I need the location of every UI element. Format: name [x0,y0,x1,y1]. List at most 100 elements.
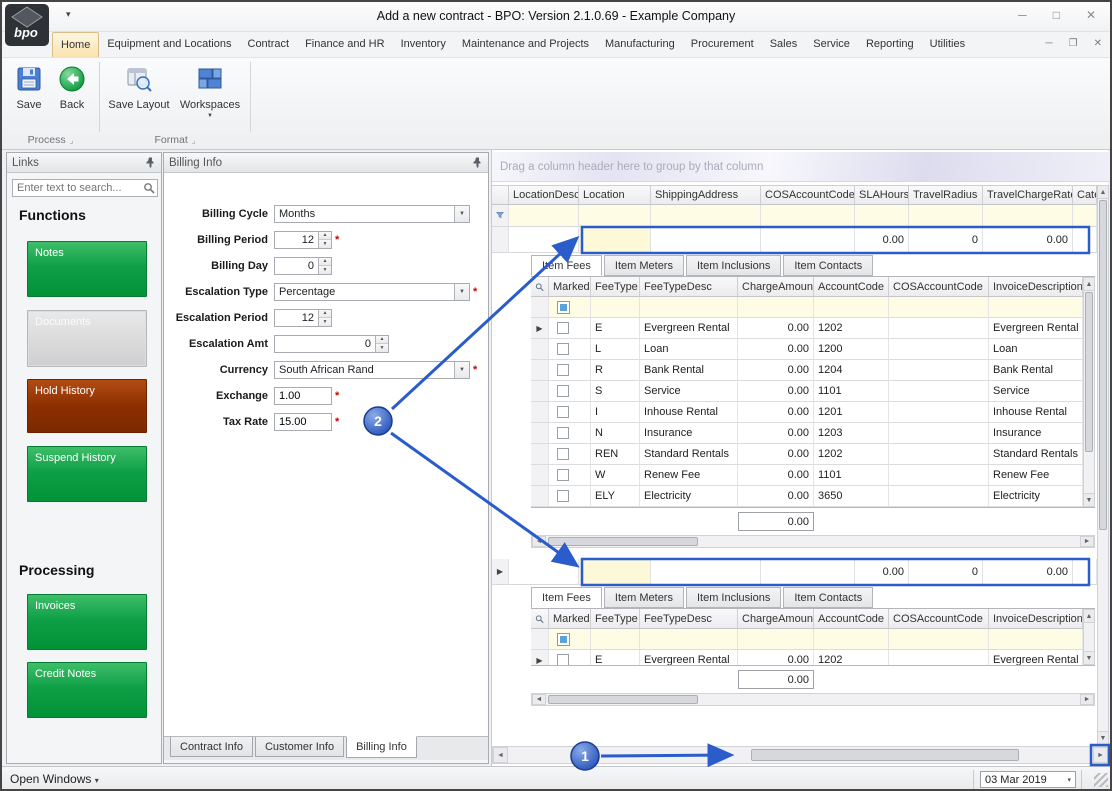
tab-item-fees[interactable]: Item Fees [531,587,602,608]
scroll-down-icon[interactable]: ▼ [1098,731,1108,744]
cell-chargeamount[interactable]: 0.00 [738,423,814,444]
checkbox[interactable] [557,343,569,355]
cell-feetype[interactable]: E [591,650,640,665]
cell-cosaccountcode[interactable] [889,650,989,665]
cell-cosaccountcode[interactable] [889,339,989,360]
scrollbar-thumb[interactable] [1085,292,1093,452]
cell-feetypedesc[interactable]: Inhouse Rental [640,402,738,423]
scroll-up-icon[interactable]: ▲ [1084,278,1094,291]
marked-filter-checkbox[interactable] [557,301,570,314]
filter-cell[interactable] [738,297,814,318]
filter-cell[interactable] [889,297,989,318]
search-icon[interactable] [143,182,155,197]
chevron-down-icon[interactable]: ▼ [454,206,469,222]
column-header[interactable]: FeeTypeDesc [640,609,738,629]
tax-rate-field[interactable] [274,413,332,431]
column-header[interactable]: InvoiceDescription [989,277,1083,297]
checkbox[interactable] [557,385,569,397]
marked-filter-cell[interactable] [549,629,591,650]
fee-row[interactable]: ▶ E Evergreen Rental 0.00 1202 Evergreen… [531,650,1083,665]
date-picker[interactable]: 03 Mar 2019 ▾ [980,771,1076,788]
spin-down-icon[interactable]: ▼ [319,240,331,248]
scroll-up-icon[interactable]: ▲ [1084,610,1094,623]
group-by-panel[interactable]: Drag a column header here to group by th… [492,152,1109,182]
column-header[interactable]: TravelChargeRate [983,185,1073,205]
scroll-left-icon[interactable]: ◄ [532,694,546,705]
cell-location[interactable] [579,559,651,585]
cell-marked[interactable] [549,465,591,486]
suspend-history-button[interactable]: Suspend History [27,446,147,502]
filter-cell[interactable] [509,205,579,227]
column-header[interactable]: InvoiceDescription [989,609,1083,629]
cell-cosaccountcode[interactable] [889,465,989,486]
escalation-amt-stepper[interactable]: 0 ▲▼ [274,335,389,353]
cell-chargeamount[interactable]: 0.00 [738,486,814,507]
cell-accountcode[interactable]: 1101 [814,381,889,402]
child-restore-button[interactable]: ❐ [1069,38,1078,49]
cell-chargeamount[interactable]: 0.00 [738,650,814,665]
cell-accountcode[interactable]: 1203 [814,423,889,444]
dialog-launcher-icon[interactable]: ⌟ [70,136,74,145]
column-header[interactable]: AccountCode [814,277,889,297]
chevron-down-icon[interactable]: ▼ [454,284,469,300]
cell-invoicedescription[interactable]: Evergreen Rental [989,650,1083,665]
fee-row[interactable]: L Loan 0.00 1200 Loan [531,339,1083,360]
cell-shippingaddress[interactable] [651,559,761,585]
column-header[interactable]: ChargeAmount [738,609,814,629]
fee-row[interactable]: N Insurance 0.00 1203 Insurance [531,423,1083,444]
tab-reporting[interactable]: Reporting [858,32,922,57]
checkbox[interactable] [557,490,569,502]
cell-chargeamount[interactable]: 0.00 [738,402,814,423]
dialog-launcher-icon[interactable]: ⌟ [192,136,196,145]
checkbox[interactable] [557,469,569,481]
tab-service[interactable]: Service [805,32,858,57]
filter-cell[interactable] [738,629,814,650]
filter-cell[interactable] [591,629,640,650]
cell-marked[interactable] [549,444,591,465]
spin-down-icon[interactable]: ▼ [319,318,331,326]
detail-horizontal-scrollbar[interactable]: ◄ ► [531,693,1095,706]
cell-shippingaddress[interactable] [651,227,761,253]
billing-cycle-select[interactable]: Months ▼ [274,205,470,223]
cell-cosaccountcode[interactable] [889,444,989,465]
filter-cell[interactable] [579,205,651,227]
scrollbar-thumb[interactable] [1099,200,1107,530]
spin-up-icon[interactable]: ▲ [319,310,331,319]
tax-rate-input[interactable] [275,416,331,428]
close-button[interactable]: ✕ [1086,8,1096,22]
cell-feetypedesc[interactable]: Service [640,381,738,402]
cell-invoicedescription[interactable]: Renew Fee [989,465,1083,486]
cell-feetype[interactable]: S [591,381,640,402]
scrollbar-thumb[interactable] [548,537,698,546]
cell-slahours[interactable]: 0.00 [855,559,909,585]
exchange-input[interactable] [275,390,331,402]
child-close-button[interactable]: ✕ [1094,38,1102,49]
filter-cell[interactable] [855,205,909,227]
checkbox[interactable] [557,364,569,376]
column-header[interactable]: COSAccountCode [889,609,989,629]
cell-feetype[interactable]: ELY [591,486,640,507]
cell-accountcode[interactable]: 1101 [814,465,889,486]
hold-history-button[interactable]: Hold History [27,379,147,433]
cell-cosaccountcode[interactable] [889,381,989,402]
cell-accountcode[interactable]: 1201 [814,402,889,423]
cell-cosaccountcode[interactable] [889,360,989,381]
scroll-right-icon[interactable]: ► [1080,536,1094,547]
cell-chargeamount[interactable]: 0.00 [738,444,814,465]
checkbox[interactable] [557,406,569,418]
tab-customer-info[interactable]: Customer Info [255,737,344,757]
cell-marked[interactable] [549,423,591,444]
spin-up-icon[interactable]: ▲ [376,336,388,345]
cell-invoicedescription[interactable]: Insurance [989,423,1083,444]
filter-cell[interactable] [989,629,1083,650]
cell-feetypedesc[interactable]: Evergreen Rental [640,650,738,665]
exchange-field[interactable] [274,387,332,405]
tab-item-meters[interactable]: Item Meters [604,255,684,276]
spin-down-icon[interactable]: ▼ [376,344,388,352]
filter-cell[interactable] [640,629,738,650]
cell-feetype[interactable]: I [591,402,640,423]
cell-feetype[interactable]: R [591,360,640,381]
billing-period-stepper[interactable]: 12 ▲▼ [274,231,332,249]
column-header[interactable]: COSAccountCode [761,185,855,205]
cell-accountcode[interactable]: 1202 [814,318,889,339]
